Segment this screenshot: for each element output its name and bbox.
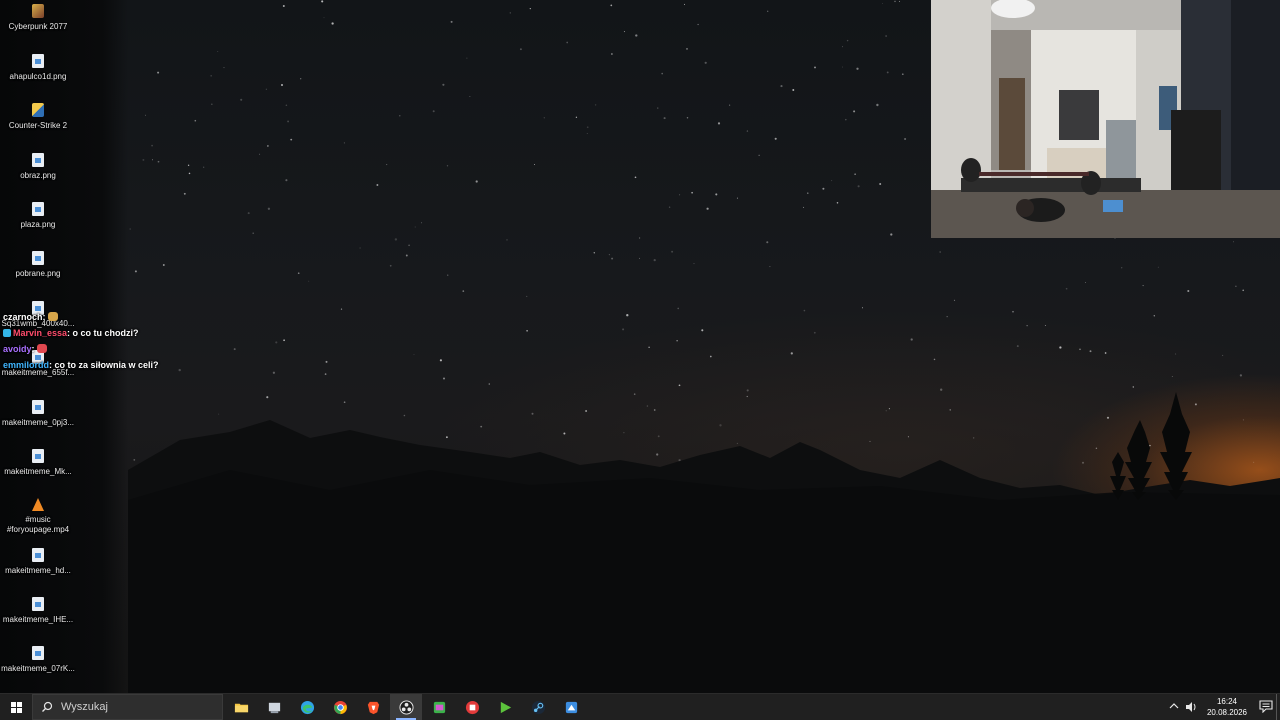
- chat-username: Marvin_essa: [13, 328, 68, 338]
- chat-text: : co to za siłownia w celi?: [49, 360, 159, 370]
- show-desktop-button[interactable]: [1276, 694, 1280, 720]
- cyberpunk-game-icon: [32, 4, 44, 18]
- desktop-icon-label: makeitmeme_Mk...: [4, 467, 72, 476]
- file-explorer-icon: [234, 703, 248, 712]
- chat-username: emmilordd: [3, 360, 50, 370]
- desktop-icon-label: Counter-Strike 2: [8, 121, 68, 130]
- chat-message: czarnoch:: [3, 309, 203, 325]
- brave-browser-icon: [367, 701, 379, 714]
- chat-text: : o co tu chodzi?: [67, 328, 139, 338]
- pray-emote-icon: [47, 312, 58, 321]
- taskbar-clock[interactable]: 16:24 20.08.2026: [1199, 696, 1255, 718]
- desktop-icon-file[interactable]: plaza.png: [0, 202, 76, 230]
- taskbar-app-blue[interactable]: [555, 694, 587, 720]
- chat-text: :: [42, 312, 46, 322]
- red-app-icon: [465, 700, 479, 714]
- chat-message: emmilordd: co to za siłownia w celi?: [3, 357, 203, 373]
- taskbar-app-chrome[interactable]: [324, 694, 356, 720]
- chrome-browser-icon: [333, 700, 347, 714]
- face-emote-icon: [36, 344, 47, 353]
- taskbar-app-edge[interactable]: [291, 694, 323, 720]
- png-file-icon: [32, 54, 44, 68]
- green-app-icon: [433, 701, 445, 713]
- desktop-icon-video[interactable]: #music #foryoupage.mp4: [0, 498, 76, 535]
- taskbar-app-play[interactable]: [489, 694, 521, 720]
- desktop-icon-label: #music: [25, 515, 51, 524]
- desktop-icon-label: ahapulco1d.png: [9, 72, 67, 81]
- desktop-icon-file[interactable]: obraz.png: [0, 153, 76, 181]
- play-app-icon: [500, 701, 511, 713]
- desktop-icon-label: #foryoupage.mp4: [6, 525, 70, 534]
- chat-username: avoidy: [3, 344, 32, 354]
- png-file-icon: [32, 449, 44, 463]
- steam-icon: [531, 700, 545, 714]
- png-file-icon: [32, 597, 44, 611]
- desktop-icon-label: makeitmeme_IHE...: [2, 615, 74, 624]
- cube-badge-icon: [3, 329, 11, 337]
- desktop-icon-label: obraz.png: [20, 171, 56, 180]
- search-icon: [42, 701, 53, 712]
- taskbar-app-green[interactable]: [423, 694, 455, 720]
- desktop-icon-file[interactable]: makeitmeme_hd...: [0, 548, 76, 576]
- volume-icon[interactable]: [1184, 700, 1198, 714]
- png-file-icon: [32, 646, 44, 660]
- counter-strike-icon: [32, 103, 44, 117]
- system-tray: 16:24 20.08.2026: [1168, 694, 1280, 720]
- desktop-icon-cyberpunk[interactable]: Cyberpunk 2077: [0, 4, 76, 32]
- start-button[interactable]: [0, 694, 32, 720]
- desktop-icon-label: makeitmeme_07rK...: [1, 664, 75, 673]
- taskbar-app-file-explorer[interactable]: [225, 694, 257, 720]
- taskbar-app-brave[interactable]: [357, 694, 389, 720]
- desktop-icon-label: makeitmeme_hd...: [5, 566, 71, 575]
- png-file-icon: [32, 548, 44, 562]
- desktop-icon-file[interactable]: makeitmeme_Mk...: [0, 449, 76, 477]
- png-file-icon: [32, 251, 44, 265]
- chat-message: Marvin_essa: o co tu chodzi?: [3, 325, 203, 341]
- desktop-icon-file[interactable]: makeitmeme_07rK...: [0, 646, 76, 674]
- chevron-up-icon[interactable]: [1168, 700, 1180, 712]
- notification-center-icon[interactable]: [1259, 699, 1273, 713]
- png-file-icon: [32, 400, 44, 414]
- taskbar-search[interactable]: [32, 694, 223, 720]
- webcam-room-scene: [931, 0, 1280, 238]
- desktop-icon-label: Cyberpunk 2077: [8, 22, 68, 31]
- desktop-icon-label: plaza.png: [20, 220, 56, 229]
- desktop-icon-counter-strike[interactable]: Counter-Strike 2: [0, 103, 76, 131]
- png-file-icon: [32, 153, 44, 167]
- chat-text: :: [31, 344, 35, 354]
- search-input[interactable]: [59, 700, 213, 714]
- clock-date: 20.08.2026: [1206, 708, 1248, 717]
- taskbar-app-task-view[interactable]: [258, 694, 290, 720]
- stream-chat-overlay: czarnoch: Marvin_essa: o co tu chodzi? a…: [3, 309, 203, 373]
- png-file-icon: [32, 202, 44, 216]
- desktop-icon-file[interactable]: makeitmeme_IHE...: [0, 597, 76, 625]
- task-view-icon: [268, 702, 280, 713]
- vlc-media-icon: [32, 498, 44, 511]
- windows-logo-icon: [10, 701, 22, 713]
- chat-username: czarnoch: [3, 312, 43, 322]
- desktop-icon-file[interactable]: pobrane.png: [0, 251, 76, 279]
- taskbar: 16:24 20.08.2026: [0, 693, 1280, 720]
- taskbar-app-red[interactable]: [456, 694, 488, 720]
- taskbar-app-steam[interactable]: [522, 694, 554, 720]
- taskbar-app-obs[interactable]: [390, 694, 422, 720]
- desktop-icon-label: makeitmeme_0pj3...: [1, 418, 75, 427]
- blue-app-icon: [565, 701, 577, 713]
- desktop-icon-file[interactable]: ahapulco1d.png: [0, 54, 76, 82]
- webcam-feed: [931, 0, 1280, 238]
- desktop-icon-label: pobrane.png: [15, 269, 61, 278]
- edge-browser-icon: [300, 700, 314, 714]
- chat-message: avoidy:: [3, 341, 203, 357]
- clock-time: 16:24: [1216, 697, 1238, 706]
- obs-studio-icon: [398, 699, 414, 715]
- desktop-icon-file[interactable]: makeitmeme_0pj3...: [0, 400, 76, 428]
